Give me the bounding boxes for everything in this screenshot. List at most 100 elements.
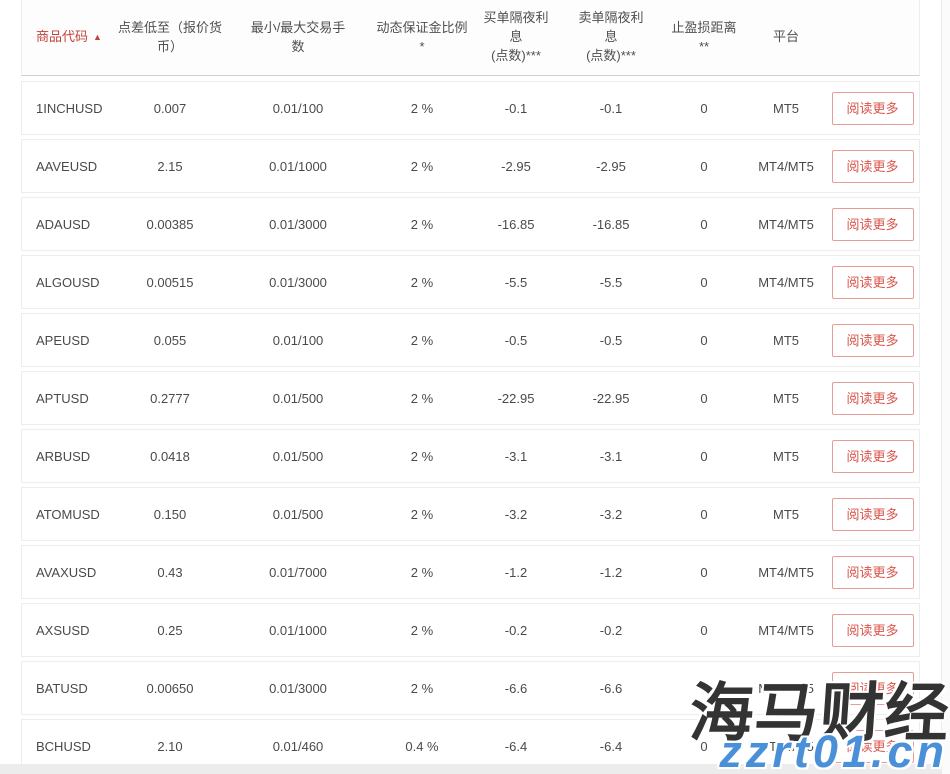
cell-buy-swap: -0.5 xyxy=(470,333,562,348)
column-header-spread: 点差低至（报价货 币） xyxy=(118,19,222,57)
cell-margin-ratio: 2 % xyxy=(374,275,470,290)
read-more-button[interactable]: 阅读更多 xyxy=(832,382,914,415)
cell-actions: 阅读更多 xyxy=(824,672,921,705)
cell-product-code: ARBUSD xyxy=(22,449,118,464)
cell-product-code: AAVEUSD xyxy=(22,159,118,174)
cell-spread: 0.007 xyxy=(118,101,222,116)
cell-spread: 0.00385 xyxy=(118,217,222,232)
cell-product-code: ALGOUSD xyxy=(22,275,118,290)
cell-sl-distance: 0 xyxy=(660,101,748,116)
cell-sl-distance: 0 xyxy=(660,217,748,232)
cell-spread: 0.25 xyxy=(118,623,222,638)
cell-sl-distance: 0 xyxy=(660,449,748,464)
read-more-button[interactable]: 阅读更多 xyxy=(832,672,914,705)
cell-sell-swap: -0.5 xyxy=(562,333,660,348)
cell-platform: MT4/MT5 xyxy=(748,565,824,580)
cell-margin-ratio: 2 % xyxy=(374,391,470,406)
column-header-code-label: 商品代码 xyxy=(36,29,88,44)
cell-actions: 阅读更多 xyxy=(824,614,921,647)
cell-lots: 0.01/100 xyxy=(222,101,374,116)
cell-sell-swap: -16.85 xyxy=(562,217,660,232)
read-more-button[interactable]: 阅读更多 xyxy=(832,440,914,473)
bottom-page-strip xyxy=(0,764,941,774)
cell-platform: MT4/MT5 xyxy=(748,681,824,696)
column-header-buy-swap: 买单隔夜利 息 (点数)*** xyxy=(470,9,562,66)
cell-lots: 0.01/1000 xyxy=(222,623,374,638)
column-header-platform: 平台 xyxy=(748,28,824,47)
cell-buy-swap: -6.6 xyxy=(470,681,562,696)
column-header-lots: 最小/最大交易手 数 xyxy=(222,19,374,57)
cell-platform: MT4/MT5 xyxy=(748,275,824,290)
cell-sl-distance: 0 xyxy=(660,275,748,290)
cell-platform: MT4/MT5 xyxy=(748,217,824,232)
cell-actions: 阅读更多 xyxy=(824,208,921,241)
scrollbar-track[interactable] xyxy=(941,0,950,774)
table-row: AXSUSD 0.25 0.01/1000 2 % -0.2 -0.2 0 MT… xyxy=(21,603,920,657)
cell-spread: 0.00650 xyxy=(118,681,222,696)
cell-margin-ratio: 0.4 % xyxy=(374,739,470,754)
read-more-button[interactable]: 阅读更多 xyxy=(832,498,914,531)
cell-spread: 0.00515 xyxy=(118,275,222,290)
cell-sl-distance: 0 xyxy=(660,333,748,348)
cell-actions: 阅读更多 xyxy=(824,382,921,415)
read-more-button[interactable]: 阅读更多 xyxy=(832,208,914,241)
cell-margin-ratio: 2 % xyxy=(374,449,470,464)
column-header-code[interactable]: 商品代码 ▲ xyxy=(22,28,118,47)
cell-platform: MT4/MT5 xyxy=(748,623,824,638)
cell-spread: 2.10 xyxy=(118,739,222,754)
cell-sell-swap: -0.2 xyxy=(562,623,660,638)
cell-actions: 阅读更多 xyxy=(824,498,921,531)
cell-actions: 阅读更多 xyxy=(824,324,921,357)
read-more-button[interactable]: 阅读更多 xyxy=(832,556,914,589)
read-more-button[interactable]: 阅读更多 xyxy=(832,730,914,763)
read-more-button[interactable]: 阅读更多 xyxy=(832,614,914,647)
read-more-button[interactable]: 阅读更多 xyxy=(832,324,914,357)
cell-sell-swap: -3.1 xyxy=(562,449,660,464)
read-more-button[interactable]: 阅读更多 xyxy=(832,266,914,299)
instruments-table: 商品代码▲ 点差低至（报价货 币） 最小/最大交易手 数 动态保证金比例 * 买… xyxy=(21,0,920,773)
cell-lots: 0.01/500 xyxy=(222,449,374,464)
cell-lots: 0.01/100 xyxy=(222,333,374,348)
cell-actions: 阅读更多 xyxy=(824,730,921,763)
cell-sell-swap: -0.1 xyxy=(562,101,660,116)
cell-margin-ratio: 2 % xyxy=(374,623,470,638)
cell-margin-ratio: 2 % xyxy=(374,565,470,580)
cell-margin-ratio: 2 % xyxy=(374,101,470,116)
cell-lots: 0.01/3000 xyxy=(222,217,374,232)
table-row: AVAXUSD 0.43 0.01/7000 2 % -1.2 -1.2 0 M… xyxy=(21,545,920,599)
cell-buy-swap: -3.2 xyxy=(470,507,562,522)
cell-platform: MT5 xyxy=(748,333,824,348)
sort-asc-icon: ▲ xyxy=(93,32,102,42)
cell-margin-ratio: 2 % xyxy=(374,217,470,232)
cell-lots: 0.01/7000 xyxy=(222,565,374,580)
table-row: APTUSD 0.2777 0.01/500 2 % -22.95 -22.95… xyxy=(21,371,920,425)
cell-buy-swap: -0.2 xyxy=(470,623,562,638)
cell-sl-distance: 0 xyxy=(660,739,748,754)
cell-product-code: ADAUSD xyxy=(22,217,118,232)
cell-platform: MT4/MT5 xyxy=(748,159,824,174)
cell-sell-swap: -2.95 xyxy=(562,159,660,174)
cell-spread: 0.0418 xyxy=(118,449,222,464)
read-more-button[interactable]: 阅读更多 xyxy=(832,92,914,125)
cell-product-code: AVAXUSD xyxy=(22,565,118,580)
cell-sell-swap: -3.2 xyxy=(562,507,660,522)
read-more-button[interactable]: 阅读更多 xyxy=(832,150,914,183)
table-header-row: 商品代码▲ 点差低至（报价货 币） 最小/最大交易手 数 动态保证金比例 * 买… xyxy=(21,0,920,76)
cell-buy-swap: -0.1 xyxy=(470,101,562,116)
cell-buy-swap: -5.5 xyxy=(470,275,562,290)
cell-actions: 阅读更多 xyxy=(824,92,921,125)
table-body: 1INCHUSD 0.007 0.01/100 2 % -0.1 -0.1 0 … xyxy=(21,81,920,773)
cell-buy-swap: -1.2 xyxy=(470,565,562,580)
instruments-page: 商品代码▲ 点差低至（报价货 币） 最小/最大交易手 数 动态保证金比例 * 买… xyxy=(0,0,950,774)
cell-platform: MT5 xyxy=(748,391,824,406)
cell-spread: 0.150 xyxy=(118,507,222,522)
cell-spread: 0.43 xyxy=(118,565,222,580)
cell-sell-swap: -6.6 xyxy=(562,681,660,696)
table-row: ATOMUSD 0.150 0.01/500 2 % -3.2 -3.2 0 M… xyxy=(21,487,920,541)
cell-sl-distance: 0 xyxy=(660,391,748,406)
cell-margin-ratio: 2 % xyxy=(374,681,470,696)
cell-product-code: ATOMUSD xyxy=(22,507,118,522)
cell-lots: 0.01/500 xyxy=(222,391,374,406)
cell-actions: 阅读更多 xyxy=(824,440,921,473)
cell-buy-swap: -3.1 xyxy=(470,449,562,464)
